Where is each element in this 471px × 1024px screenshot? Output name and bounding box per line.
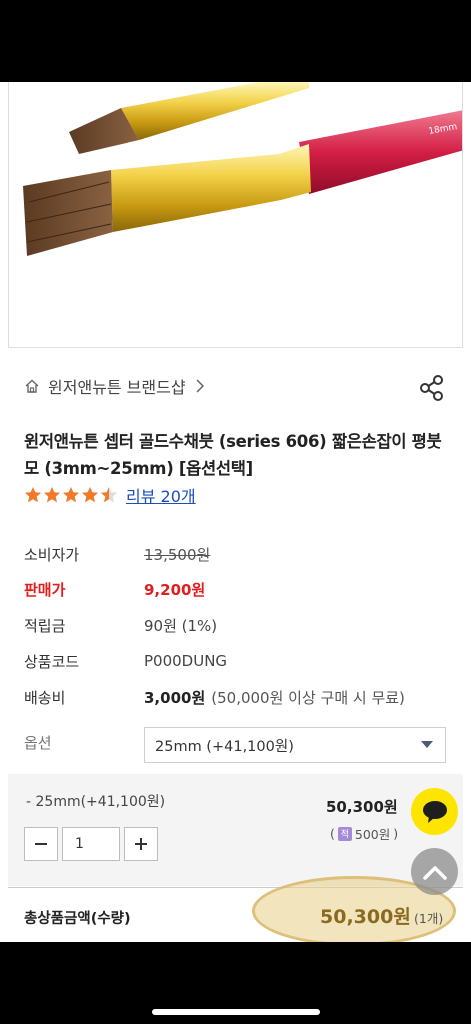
star-icon — [44, 487, 60, 503]
total-amount: 50,300원 — [320, 906, 411, 928]
consumer-price-label: 소비자가 — [24, 545, 80, 564]
share-icon[interactable] — [418, 374, 446, 402]
star-rating — [24, 486, 118, 504]
plus-icon — [135, 838, 147, 850]
product-image[interactable]: 18mm — [8, 82, 463, 348]
star-icon — [101, 487, 117, 503]
sale-price-value: 9,200원 — [144, 580, 206, 599]
decrease-button[interactable] — [24, 827, 58, 861]
breadcrumb[interactable]: 윈저앤뉴튼 브랜드샵 — [24, 374, 206, 398]
selected-option-name: - 25mm(+41,100원) — [26, 794, 166, 810]
home-icon — [24, 378, 40, 394]
quantity-stepper: 1 — [24, 827, 158, 861]
points-label: 적립금 — [24, 616, 66, 635]
brand-shop-link[interactable]: 윈저앤뉴튼 브랜드샵 — [48, 374, 186, 398]
star-icon — [63, 487, 79, 503]
points-row: 적립금 90원 (1%) — [24, 613, 217, 637]
option-points-value: 500원 — [354, 827, 391, 842]
rating-row: 리뷰 20개 — [24, 482, 196, 508]
total-label: 총상품금액(수량) — [24, 911, 131, 927]
shipping-row: 배송비 3,000원 (50,000원 이상 구매 시 무료) — [24, 685, 405, 709]
home-indicator[interactable] — [152, 1009, 320, 1015]
shipping-note: (50,000원 이상 구매 시 무료) — [211, 688, 405, 707]
consumer-price-row: 소비자가 13,500원 — [24, 542, 210, 566]
sale-price-row: 판매가 9,200원 — [24, 577, 205, 601]
increase-button[interactable] — [124, 827, 158, 861]
status-bar-area — [0, 0, 471, 82]
scroll-top-button[interactable] — [411, 848, 458, 895]
option-select[interactable]: 25mm (+41,100원) — [144, 727, 446, 763]
brush-photo: 18mm — [23, 82, 462, 256]
product-code-value: P000DUNG — [144, 652, 228, 670]
minus-icon — [35, 843, 47, 845]
quantity-input[interactable]: 1 — [62, 827, 120, 861]
consumer-price-value: 13,500원 — [144, 545, 211, 564]
total-count: (1개) — [414, 911, 444, 926]
star-icon — [82, 487, 98, 503]
point-icon: 적 — [337, 826, 352, 841]
dropdown-caret-icon — [421, 741, 433, 748]
shipping-label: 배송비 — [24, 688, 66, 707]
total-row: 총상품금액(수량) 50,300원 (1개) — [8, 876, 463, 942]
star-icon — [25, 487, 41, 503]
selected-option-panel: - 25mm(+41,100원) 1 50,300원 ( 적 500원 ) — [8, 774, 463, 886]
review-link[interactable]: 리뷰 20개 — [126, 483, 196, 507]
chevron-up-icon — [422, 865, 447, 880]
sale-price-label: 판매가 — [24, 580, 66, 599]
product-code-label: 상품코드 — [24, 652, 80, 671]
option-label: 옵션 — [24, 734, 52, 752]
product-code-row: 상품코드 P000DUNG — [24, 649, 227, 673]
kakao-chat-button[interactable] — [411, 788, 458, 835]
option-selected-value: 25mm (+41,100원) — [155, 738, 294, 755]
option-points: ( 적 500원 ) — [330, 826, 399, 842]
chevron-right-icon — [194, 378, 206, 394]
points-value: 90원 (1%) — [144, 616, 218, 635]
shipping-fee: 3,000원 — [144, 688, 206, 707]
kakao-chat-icon — [422, 800, 447, 823]
product-title: 윈저앤뉴튼 셉터 골드수채붓 (series 606) 짧은손잡이 평붓모 (3… — [24, 432, 442, 478]
option-price: 50,300원 — [326, 798, 398, 816]
product-page: 18mm 윈저앤뉴튼 브랜드샵 윈저앤뉴튼 셉터 골드수채붓 (series 6… — [0, 82, 471, 942]
